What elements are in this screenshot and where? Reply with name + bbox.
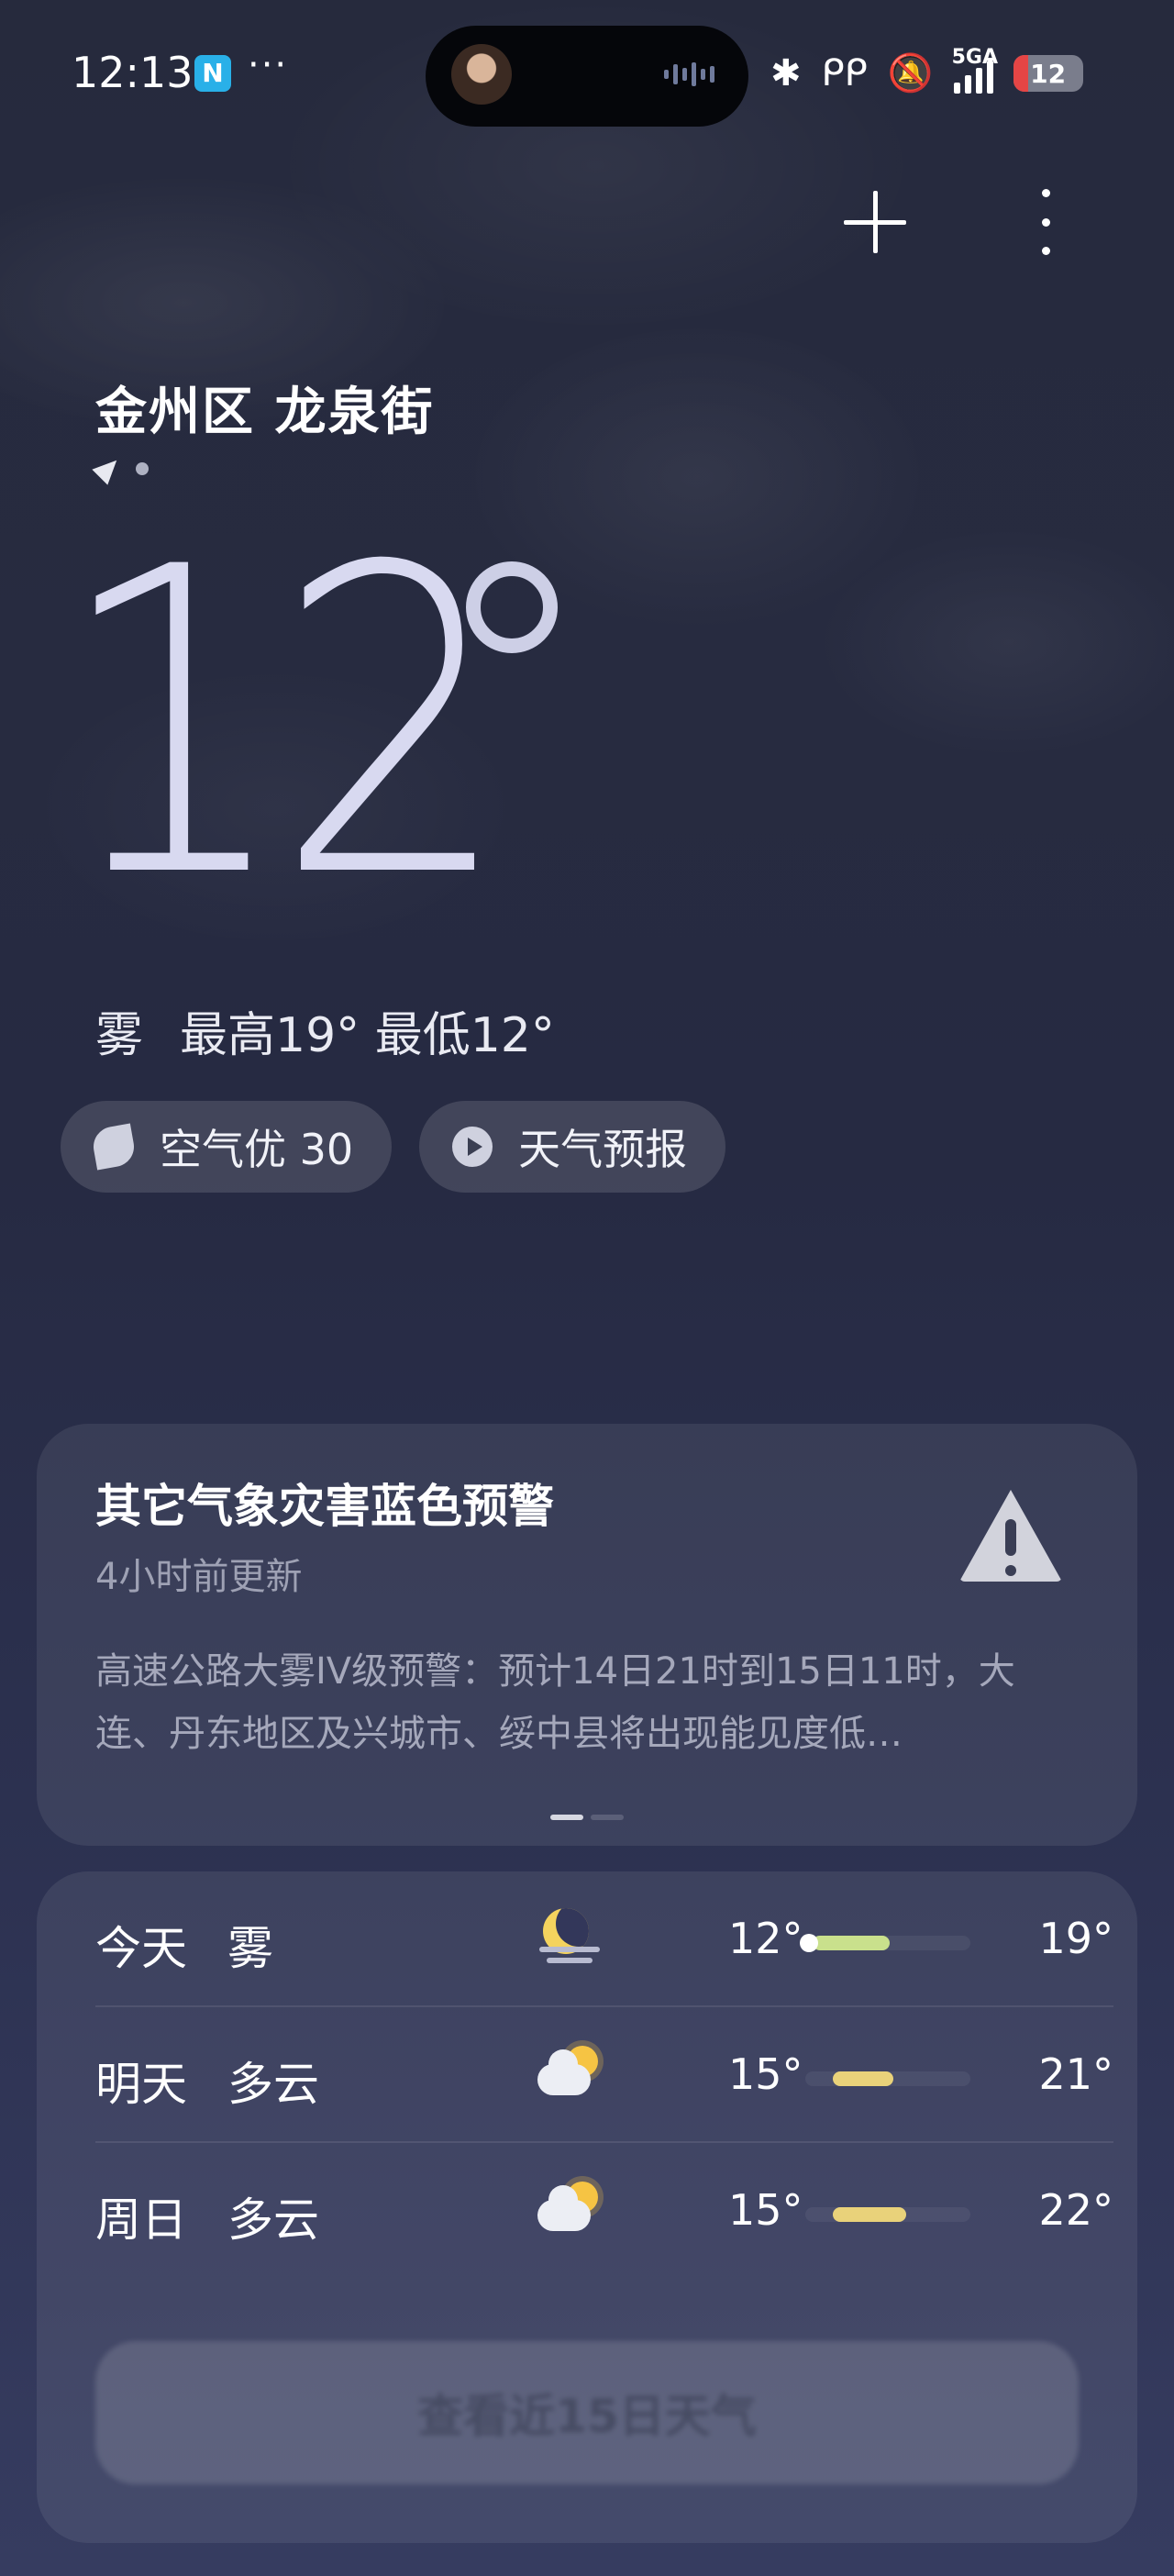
media-avatar[interactable]	[451, 44, 512, 105]
add-city-button[interactable]	[842, 189, 908, 255]
city-page-indicator	[92, 452, 149, 485]
temp-range-bar	[805, 2071, 970, 2086]
status-time: 12:13	[72, 48, 194, 97]
bluetooth-icon: ✱	[770, 52, 802, 94]
forecast-row[interactable]: 周日 多云 15° 22°	[95, 2143, 1113, 2279]
battery-icon: 12	[1013, 55, 1083, 92]
audio-wave-icon	[664, 61, 719, 88]
partly-cloudy-icon	[534, 2040, 607, 2104]
alert-title: 其它气象灾害蓝色预警	[95, 1480, 554, 1533]
moon-fog-icon	[534, 1904, 607, 1969]
forecast-row[interactable]: 今天 雾 12° 19°	[95, 1871, 1113, 2007]
earbuds-icon: ᑭᑭ	[821, 52, 868, 94]
forecast-condition: 雾	[227, 1922, 273, 1975]
forecast-day: 周日	[95, 2193, 187, 2247]
play-icon	[452, 1127, 493, 1167]
alert-body: 高速公路大雾IV级预警：预计14日21时到15日11时，大连、丹东地区及兴城市、…	[95, 1650, 1015, 1755]
temp-range-bar	[800, 1934, 970, 1952]
forecast-high: 19°	[1038, 1914, 1113, 1963]
location-name[interactable]: 金州区 龙泉街	[95, 371, 435, 445]
alert-updated: 4小时前更新	[95, 1556, 303, 1598]
more-options-button[interactable]	[1027, 189, 1064, 255]
forecast-low: 15°	[728, 2049, 803, 2099]
daily-forecast-card: 今天 雾 12° 19° 明天 多云 15° 21° 周日 多云 15° 22°…	[37, 1871, 1137, 2543]
notification-more-icon: ···	[248, 44, 289, 86]
leaf-icon	[90, 1123, 138, 1171]
forecast-low: 15°	[728, 2185, 803, 2235]
weather-summary: 雾最高19° 最低12°	[95, 996, 592, 1065]
weather-alert-card[interactable]: 其它气象灾害蓝色预警 4小时前更新 高速公路大雾IV级预警：预计14日21时到1…	[37, 1424, 1137, 1846]
status-bar: 12:13 N ··· ✱ ᑭᑭ 🔕 5GA 12	[0, 0, 1174, 147]
page-dot	[136, 462, 149, 475]
weather-video-label: 天气预报	[518, 1125, 688, 1174]
partly-cloudy-icon	[534, 2176, 607, 2240]
forecast-high: 21°	[1038, 2049, 1113, 2099]
temp-range-bar	[805, 2207, 970, 2222]
nfc-icon: N	[194, 55, 231, 92]
weather-video-chip[interactable]: 天气预报	[419, 1101, 726, 1193]
degree-symbol	[466, 561, 558, 653]
current-temperature: 12	[55, 479, 512, 970]
forecast-low: 12°	[728, 1914, 803, 1963]
forecast-condition: 多云	[227, 2058, 319, 2111]
forecast-condition: 多云	[227, 2193, 319, 2247]
cellular-signal-icon: 5GA	[952, 46, 998, 94]
forecast-row[interactable]: 明天 多云 15° 21°	[95, 2007, 1113, 2143]
forecast-high: 22°	[1038, 2185, 1113, 2235]
forecast-day: 今天	[95, 1922, 187, 1975]
air-quality-label: 空气优 30	[160, 1125, 354, 1174]
more-forecast-button[interactable]: 查看近15日天气	[95, 2341, 1079, 2484]
forecast-day: 明天	[95, 2058, 187, 2111]
air-quality-chip[interactable]: 空气优 30	[61, 1101, 393, 1193]
warning-exclamation-icon	[1002, 1519, 1020, 1582]
current-condition: 雾	[95, 1008, 144, 1063]
mute-bell-icon: 🔕	[887, 52, 934, 94]
high-low-temp: 最高19° 最低12°	[180, 1008, 555, 1063]
alert-pager	[550, 1815, 624, 1820]
